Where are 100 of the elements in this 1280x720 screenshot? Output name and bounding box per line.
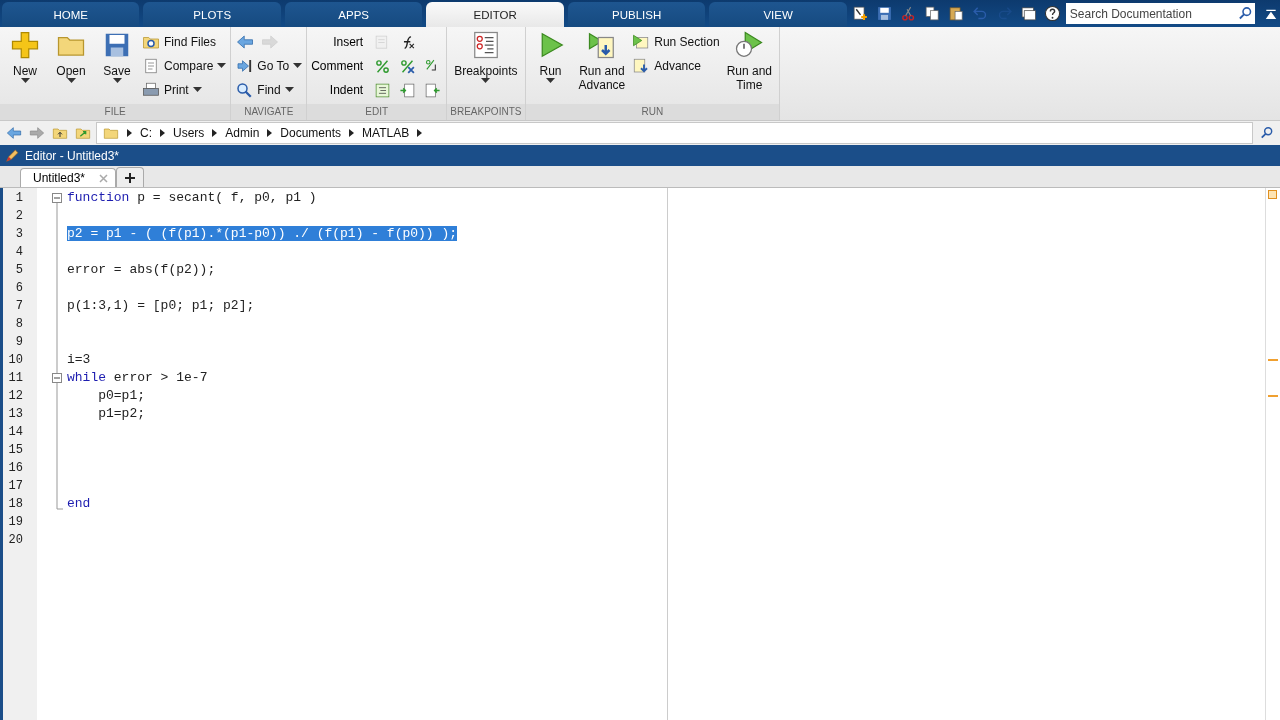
breadcrumb[interactable]: C:: [140, 126, 152, 140]
dropdown-caret-icon[interactable]: [112, 78, 122, 84]
toolbar-button[interactable]: [946, 4, 966, 23]
code-line: p1=p2;: [97, 406, 145, 421]
search-button[interactable]: [1235, 3, 1256, 24]
ribbon-button[interactable]: Compare: [142, 55, 227, 77]
line-number: 19: [7, 514, 24, 531]
editor-title: Editor - Untitled3*: [25, 148, 120, 163]
search-icon: [1259, 126, 1274, 140]
compare-document-icon: [142, 57, 160, 75]
search-icon: [235, 81, 254, 99]
ribbon-tab[interactable]: PUBLISH: [567, 2, 706, 27]
line-number: 1: [14, 190, 24, 207]
plus-icon: [125, 172, 135, 183]
group-label: NAVIGATE: [231, 104, 307, 120]
line-number: 20: [7, 532, 24, 549]
ribbon-tab[interactable]: APPS: [284, 2, 423, 27]
breadcrumb-arrow-icon: [267, 129, 273, 137]
smart-indent-icon: [374, 81, 392, 99]
breadcrumb[interactable]: Documents: [280, 126, 342, 140]
line-number: 17: [7, 478, 24, 495]
line-number: 9: [14, 334, 24, 351]
toolbar-button[interactable]: [1042, 4, 1062, 23]
ribbon-tab[interactable]: VIEW: [709, 2, 847, 27]
line-number: 6: [14, 280, 24, 297]
dropdown-caret-icon[interactable]: [481, 78, 491, 84]
ribbon-button[interactable]: Run: [529, 30, 572, 104]
ribbon-button[interactable]: Advance: [632, 55, 720, 77]
forward-arrow-icon: [260, 33, 279, 51]
ribbon-button[interactable]: New: [4, 30, 46, 104]
dropdown-caret-icon[interactable]: [192, 87, 202, 93]
ribbon-button[interactable]: Go To: [235, 55, 303, 77]
search-field[interactable]: Search Documentation: [1065, 3, 1236, 24]
ribbon-button[interactable]: Breakpoints: [451, 30, 521, 104]
line-number: 12: [7, 388, 24, 405]
dropdown-caret-icon[interactable]: [546, 78, 556, 84]
undo-icon: [971, 5, 989, 22]
dropdown-caret-icon[interactable]: [20, 78, 30, 84]
group-label: RUN: [525, 104, 779, 120]
line-number: 10: [7, 352, 24, 369]
up-folder-icon: [51, 125, 68, 141]
ribbon-button[interactable]: Run Section: [632, 31, 720, 53]
code-line: p(1:3,1) = [p0; p1; p2];: [67, 298, 255, 313]
line-number: 13: [7, 406, 24, 423]
windows-icon: [1019, 5, 1037, 22]
scissors-icon: [899, 5, 917, 22]
back-arrow-icon: [5, 125, 22, 141]
toolbar-button[interactable]: [1018, 4, 1038, 23]
status-marker: [1268, 190, 1277, 199]
line-number: 5: [14, 262, 24, 279]
plus-icon: [10, 30, 40, 60]
ribbon-button[interactable]: Find: [235, 79, 303, 101]
pencil-icon: [4, 147, 20, 164]
document-tab[interactable]: Untitled3*: [20, 168, 116, 187]
line-number: 3: [14, 226, 24, 243]
ribbon-button[interactable]: Save: [96, 30, 138, 104]
breadcrumb-arrow-icon: [212, 129, 218, 137]
forward-arrow-icon: [28, 125, 45, 141]
back-arrow-icon: [235, 33, 254, 51]
breadcrumb[interactable]: Admin: [225, 126, 260, 140]
breadcrumb[interactable]: MATLAB: [362, 126, 410, 140]
group-label: FILE: [0, 104, 231, 120]
new-script-icon: [851, 5, 869, 22]
ribbon-button[interactable]: Find Files: [142, 31, 227, 53]
save-icon: [875, 5, 893, 22]
line-number: 2: [14, 208, 24, 225]
code-line: end: [67, 496, 91, 511]
breadcrumb-arrow-icon: [160, 129, 165, 137]
warning-marker: [1268, 395, 1278, 397]
breadcrumb-arrow-icon: [349, 129, 355, 137]
ribbon-tab[interactable]: EDITOR: [426, 2, 564, 27]
edit-row-label: Insert: [332, 35, 364, 49]
warning-marker: [1268, 359, 1278, 361]
address-bar[interactable]: C: Users Admin Documents MATLAB: [96, 122, 1253, 144]
run-and-advance-icon: [586, 30, 617, 60]
ribbon-tab[interactable]: PLOTS: [143, 2, 281, 27]
breadcrumb[interactable]: Users: [173, 126, 205, 140]
line-number: 11: [7, 370, 24, 387]
ribbon-button[interactable]: Run and Advance: [575, 30, 629, 104]
ribbon-button[interactable]: Run and Time: [723, 30, 775, 104]
dropdown-caret-icon[interactable]: [293, 63, 303, 69]
collapse-icon: [1263, 7, 1278, 22]
line-number: 14: [7, 424, 24, 441]
run-section-icon: [632, 33, 651, 51]
dropdown-caret-icon[interactable]: [66, 78, 76, 84]
ribbon-button[interactable]: Print: [142, 79, 227, 101]
dropdown-caret-icon[interactable]: [217, 63, 227, 69]
new-tab-button[interactable]: [116, 167, 144, 187]
edit-row-label: Indent: [328, 83, 364, 97]
code-line: p0=p1;: [97, 388, 145, 403]
copy-icon: [923, 5, 941, 22]
toolbar-button[interactable]: [922, 4, 942, 23]
ribbon-tab[interactable]: HOME: [2, 2, 140, 27]
toolbar-button[interactable]: [850, 4, 870, 23]
group-label: BREAKPOINTS: [447, 104, 525, 120]
breadcrumb-arrow-icon: [417, 129, 423, 137]
go-to-arrow-icon: [235, 57, 254, 75]
dropdown-caret-icon[interactable]: [284, 87, 294, 93]
line-number: 18: [7, 496, 24, 513]
ribbon-button[interactable]: Open: [50, 30, 92, 104]
